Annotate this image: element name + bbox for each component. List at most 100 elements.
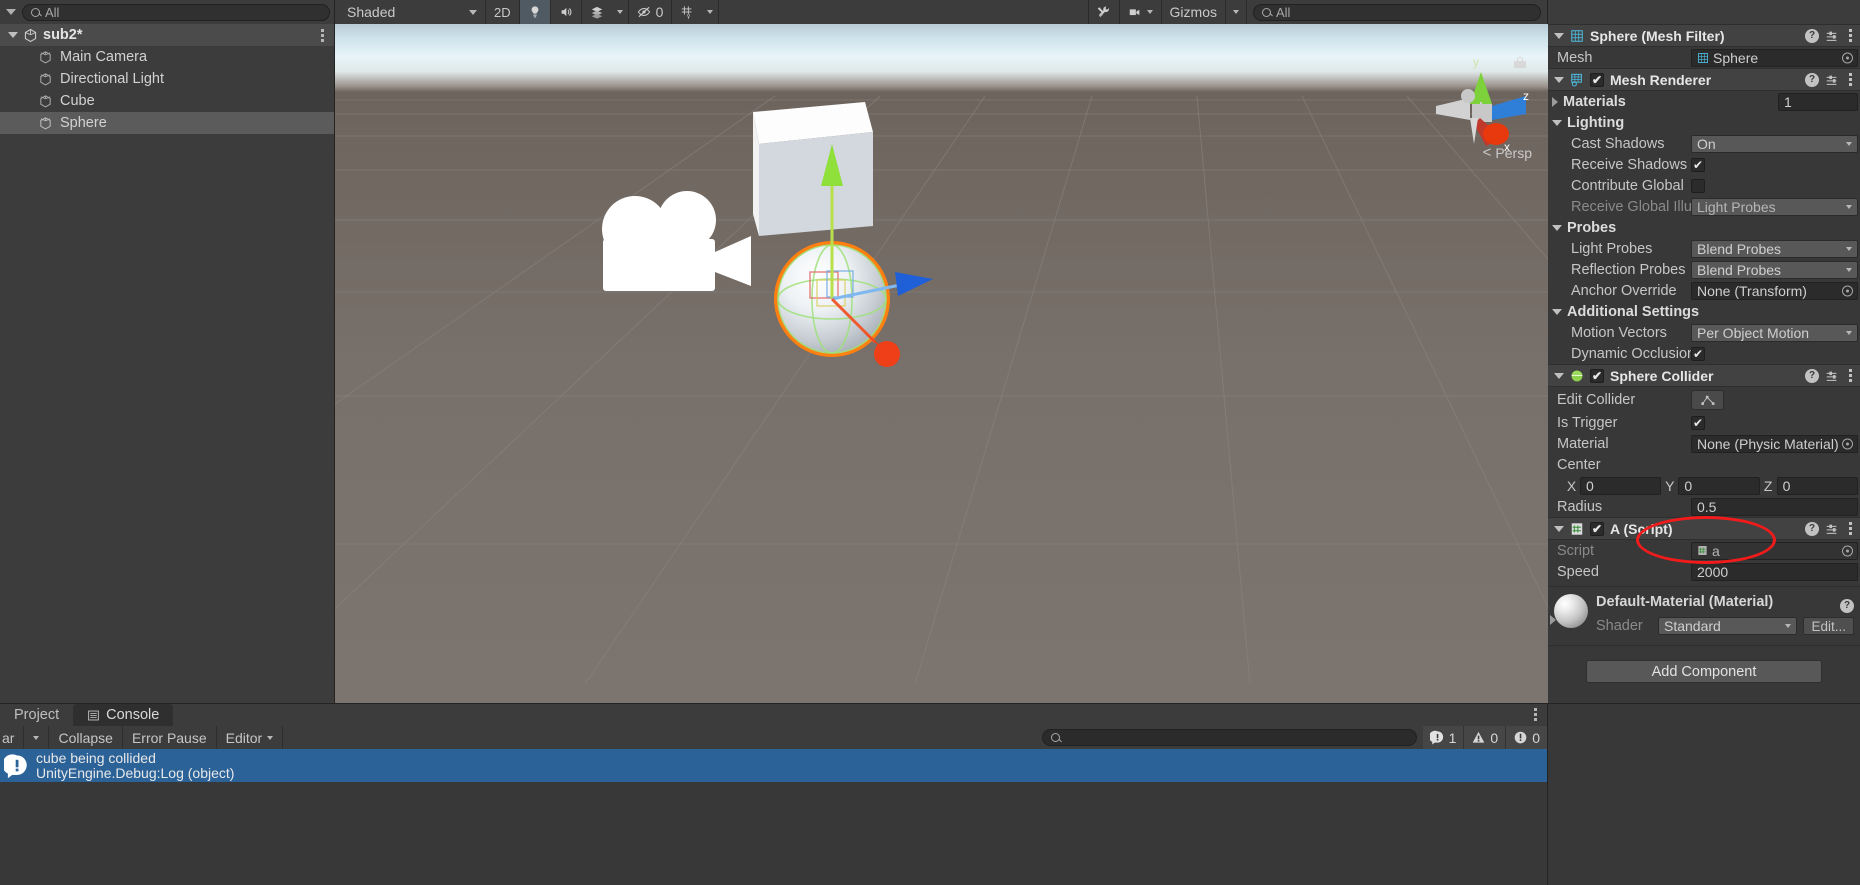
radius-input[interactable]: 0.5 (1691, 497, 1858, 516)
shader-edit-button[interactable]: Edit... (1803, 617, 1854, 635)
gizmos-search-input[interactable]: All (1253, 3, 1541, 21)
component-menu-icon[interactable] (1845, 29, 1856, 42)
physic-material-object-field[interactable]: None (Physic Material) (1691, 434, 1858, 453)
cast-shadows-dropdown[interactable]: On (1691, 134, 1858, 153)
light-probes-dropdown[interactable]: Blend Probes (1691, 239, 1858, 258)
clear-dropdown[interactable] (24, 726, 48, 749)
contribute-global-checkbox[interactable]: . (1691, 178, 1705, 193)
scene-tools-button[interactable] (1089, 0, 1119, 24)
material-preview-block[interactable]: Default-Material (Material) ? Shader Sta… (1548, 587, 1860, 639)
section-lighting[interactable]: Lighting (1548, 112, 1860, 133)
chevron-down-icon[interactable] (1552, 119, 1562, 126)
chevron-down-icon[interactable] (1554, 372, 1564, 379)
is-trigger-checkbox[interactable]: ✔ (1691, 415, 1705, 430)
grid-snapping-toggle[interactable]: y (672, 0, 702, 24)
hierarchy-item-directional-light[interactable]: Directional Light (0, 68, 334, 90)
scene-projection-label[interactable]: < Persp (1483, 144, 1532, 161)
anchor-override-object-field[interactable]: None (Transform) (1691, 281, 1858, 300)
hierarchy-search-input[interactable]: All (22, 3, 330, 21)
scene-camera-button[interactable] (1120, 0, 1161, 24)
object-picker-icon[interactable] (1842, 285, 1853, 296)
chevron-down-icon[interactable] (1554, 76, 1564, 83)
mesh-object-field[interactable]: Sphere (1691, 48, 1858, 67)
scene-visibility-toggle[interactable]: 0 (629, 0, 672, 24)
receive-shadows-checkbox[interactable]: ✔ (1691, 157, 1705, 172)
section-additional-settings[interactable]: Additional Settings (1548, 301, 1860, 322)
help-icon[interactable]: ? (1805, 72, 1819, 87)
scene-lighting-toggle[interactable] (519, 0, 550, 24)
add-component-button[interactable]: Add Component (1586, 660, 1822, 683)
chevron-down-icon[interactable] (8, 32, 18, 38)
scene-view[interactable]: y z x < Persp (335, 24, 1548, 703)
chevron-down-icon (1846, 246, 1852, 251)
component-menu-icon[interactable] (1845, 369, 1856, 382)
chevron-down-icon[interactable] (1552, 224, 1562, 231)
error-count-badge[interactable]: 0 (1505, 726, 1547, 749)
component-header-sphere-collider[interactable]: ✔ Sphere Collider ? (1548, 364, 1860, 387)
preset-icon[interactable] (1825, 29, 1839, 43)
center-y-input[interactable]: 0 (1678, 476, 1760, 495)
help-icon[interactable]: ? (1805, 521, 1819, 536)
object-picker-icon[interactable] (1842, 52, 1853, 63)
error-pause-button[interactable]: Error Pause (123, 726, 216, 749)
component-enabled-checkbox[interactable]: ✔ (1590, 72, 1604, 87)
center-z-input[interactable]: 0 (1776, 476, 1858, 495)
hierarchy-item-sphere[interactable]: Sphere (0, 112, 334, 134)
component-enabled-checkbox[interactable]: ✔ (1590, 368, 1604, 383)
speed-input[interactable]: 2000 (1691, 562, 1858, 581)
preset-icon[interactable] (1825, 522, 1839, 536)
toggle-2d-button[interactable]: 2D (486, 0, 519, 24)
materials-count-field[interactable]: 1 (1778, 92, 1858, 111)
chevron-down-icon[interactable] (1552, 308, 1562, 315)
help-icon[interactable]: ? (1805, 368, 1819, 383)
center-x-input[interactable]: 0 (1580, 476, 1662, 495)
console-log-list[interactable]: cube being collided UnityEngine.Debug:Lo… (0, 749, 1547, 885)
hierarchy-scene-row[interactable]: sub2* (0, 24, 334, 46)
console-toolbar: ar Collapse Error Pause Editor 1 0 0 (0, 726, 1547, 749)
component-menu-icon[interactable] (1845, 73, 1856, 86)
collapse-button[interactable]: Collapse (49, 726, 121, 749)
warning-count-badge[interactable]: 0 (1463, 726, 1506, 749)
console-log-entry[interactable]: cube being collided UnityEngine.Debug:Lo… (0, 749, 1547, 782)
shading-mode-dropdown[interactable]: Shaded (335, 0, 485, 24)
preset-icon[interactable] (1825, 73, 1839, 87)
reflection-probes-dropdown[interactable]: Blend Probes (1691, 260, 1858, 279)
help-icon[interactable]: ? (1840, 598, 1854, 613)
scene-fx-toggle[interactable] (582, 0, 612, 24)
object-picker-icon[interactable] (1842, 438, 1853, 449)
tab-console[interactable]: Console (73, 704, 174, 726)
hierarchy-item-cube[interactable]: Cube (0, 90, 334, 112)
gizmos-button[interactable]: Gizmos (1162, 0, 1225, 24)
shader-dropdown[interactable]: Standard (1658, 617, 1798, 635)
console-search-input[interactable] (1041, 729, 1417, 746)
gizmos-dropdown[interactable] (1226, 0, 1246, 24)
component-menu-icon[interactable] (1845, 522, 1856, 535)
grid-snapping-dropdown[interactable] (702, 0, 718, 24)
component-header-script[interactable]: ✔ A (Script) ? (1548, 517, 1860, 540)
component-enabled-checkbox[interactable]: ✔ (1590, 521, 1604, 536)
chevron-down-icon[interactable] (1554, 525, 1564, 532)
scene-fx-dropdown[interactable] (612, 0, 628, 24)
component-header-mesh-renderer[interactable]: ✔ Mesh Renderer ? (1548, 68, 1860, 91)
clear-button[interactable]: ar (0, 726, 23, 749)
chevron-down-icon[interactable] (6, 9, 16, 15)
section-probes[interactable]: Probes (1548, 217, 1860, 238)
preset-icon[interactable] (1825, 369, 1839, 383)
dynamic-occlusion-checkbox[interactable]: ✔ (1691, 346, 1705, 361)
tab-project[interactable]: Project (0, 704, 73, 726)
help-icon[interactable]: ? (1805, 28, 1819, 43)
scene-lock-icon[interactable] (1514, 57, 1526, 68)
property-materials[interactable]: Materials 1 (1548, 91, 1860, 112)
chevron-right-icon[interactable] (1550, 615, 1556, 625)
log-count-badge[interactable]: 1 (1422, 726, 1464, 749)
console-menu-icon[interactable] (1534, 708, 1537, 721)
edit-collider-button[interactable] (1691, 389, 1724, 410)
chevron-right-icon[interactable] (1552, 96, 1558, 107)
hierarchy-item-main-camera[interactable]: Main Camera (0, 46, 334, 68)
motion-vectors-dropdown[interactable]: Per Object Motion (1691, 323, 1858, 342)
hierarchy-menu-icon[interactable] (321, 28, 324, 42)
chevron-down-icon[interactable] (1554, 32, 1564, 39)
editor-dropdown[interactable]: Editor (217, 726, 283, 749)
scene-audio-toggle[interactable] (551, 0, 581, 24)
component-header-mesh-filter[interactable]: Sphere (Mesh Filter) ? (1548, 24, 1860, 47)
